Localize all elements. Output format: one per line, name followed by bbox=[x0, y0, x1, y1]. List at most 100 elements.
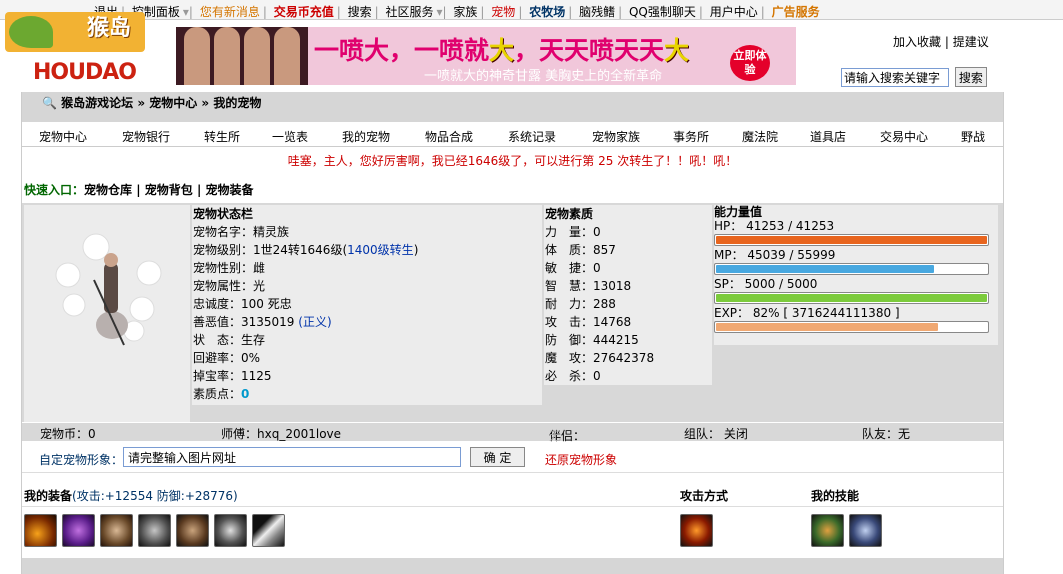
quality-row: 必 杀：0 bbox=[545, 369, 601, 383]
link-pet[interactable]: 宠物 bbox=[491, 3, 515, 20]
pet-coins: 宠物币：0 bbox=[40, 427, 96, 441]
breadcrumb: 🔍 猴岛游戏论坛 » 宠物中心 » 我的宠物 bbox=[42, 96, 262, 110]
quality-row: 耐 力：288 bbox=[545, 297, 616, 311]
exp-bar bbox=[714, 321, 989, 333]
link-family[interactable]: 家族 bbox=[453, 3, 477, 20]
nav-trade[interactable]: 交易中心 bbox=[880, 128, 928, 145]
points-value[interactable]: 0 bbox=[241, 387, 249, 401]
status-title: 宠物状态栏 bbox=[193, 207, 254, 221]
link-search[interactable]: 搜索 bbox=[348, 3, 372, 20]
sp-bar-fill bbox=[716, 294, 987, 302]
equipment-title: 我的装备 bbox=[24, 489, 73, 503]
crossed-swords-icon[interactable] bbox=[680, 514, 713, 547]
pet-status-column: 宠物状态栏 宠物名字：精灵族 宠物级别：1世24转1646级(1400级转生) … bbox=[192, 205, 542, 405]
nav-pet-center[interactable]: 宠物中心 bbox=[39, 128, 87, 145]
flame-axe-icon[interactable] bbox=[24, 514, 57, 547]
banner-headline: 一喷大，一喷就大，天天喷天天大 bbox=[314, 36, 690, 65]
header-links: 加入收藏 | 提建议 bbox=[893, 35, 989, 49]
sp-label: SP： 5000 / 5000 bbox=[714, 277, 818, 291]
ability-column: 能力量值 HP： 41253 / 41253 MP： 45039 / 55999… bbox=[714, 205, 998, 345]
nav-rebirth[interactable]: 转生所 bbox=[204, 128, 240, 145]
add-favorite-link[interactable]: 加入收藏 bbox=[893, 35, 941, 49]
top-toolbar: 退出| 控制面板▾| 您有新消息| 交易币充值| 搜索| 社区服务▾| 家族| … bbox=[0, 0, 1063, 20]
pet-state: 状 态：生存 bbox=[193, 333, 266, 347]
boots-icon[interactable] bbox=[176, 514, 209, 547]
feather-icon[interactable] bbox=[252, 514, 285, 547]
link-ads[interactable]: 广告服务 bbox=[772, 3, 820, 20]
link-recharge[interactable]: 交易币充值 bbox=[274, 3, 334, 20]
link-messages[interactable]: 您有新消息 bbox=[200, 3, 260, 20]
nav-records[interactable]: 系统记录 bbox=[508, 128, 556, 145]
nav-my-pet[interactable]: 我的宠物 bbox=[342, 128, 390, 145]
top-links: 退出| 控制面板▾| 您有新消息| 交易币充值| 搜索| 社区服务▾| 家族| … bbox=[94, 3, 820, 20]
karma-link[interactable]: (正义) bbox=[298, 315, 331, 329]
search-icon: 🔍 bbox=[42, 96, 57, 110]
link-user-center[interactable]: 用户中心 bbox=[710, 3, 758, 20]
pet-info-strip: 宠物币：0 师傅：hxq_2001love 伴侣：无 组队： 关闭 队友：无 bbox=[22, 423, 1003, 443]
restore-image-link[interactable]: 还原宠物形象 bbox=[545, 451, 617, 468]
nav-pet-family[interactable]: 宠物家族 bbox=[592, 128, 640, 145]
purple-shield-icon[interactable] bbox=[62, 514, 95, 547]
helmet-icon[interactable] bbox=[100, 514, 133, 547]
exp-bar-fill bbox=[716, 323, 938, 331]
armor-icon[interactable] bbox=[138, 514, 171, 547]
nav-office[interactable]: 事务所 bbox=[673, 128, 709, 145]
custom-image-label: 自定宠物形象： bbox=[39, 453, 124, 467]
nav-overview[interactable]: 一览表 bbox=[272, 128, 308, 145]
site-logo[interactable]: 猴岛 bbs.houdao.com HOUDAO bbox=[5, 0, 150, 92]
exp-label: EXP： 82% [ 3716244111380 ] bbox=[714, 306, 900, 320]
footer-bar bbox=[22, 558, 1003, 574]
quality-row: 防 御：444215 bbox=[545, 333, 639, 347]
confirm-button[interactable]: 确 定 bbox=[470, 447, 525, 467]
quick-warehouse[interactable]: 宠物仓库 bbox=[84, 183, 132, 197]
rebirth-level-link[interactable]: 1400级转生 bbox=[347, 243, 414, 257]
quick-label: 快速入口： bbox=[24, 183, 85, 197]
logo-title: 猴岛 bbox=[87, 16, 132, 41]
custom-image-form: 自定宠物形象： 确 定 还原宠物形象 bbox=[22, 443, 1003, 473]
pet-teammate: 队友：无 bbox=[862, 427, 911, 441]
pet-message: 哇塞，主人，您好厉害啊，我已经1646级了，可以进行第 25 次转生了！！吼！吼… bbox=[287, 154, 738, 168]
mage-skill-icon[interactable] bbox=[849, 514, 882, 547]
nav-synthesis[interactable]: 物品合成 bbox=[425, 128, 473, 145]
quality-row: 攻 击：14768 bbox=[545, 315, 632, 329]
pet-karma: 善恶值：3135019 (正义) bbox=[193, 315, 332, 329]
ad-banner[interactable]: 一喷大，一喷就大，天天喷天天大 一喷就大的神奇甘露 美胸史上的全新革命 立即体验 bbox=[176, 27, 796, 85]
mp-bar bbox=[714, 263, 989, 275]
link-community[interactable]: 社区服务 bbox=[385, 3, 433, 20]
nav-magic[interactable]: 魔法院 bbox=[742, 128, 778, 145]
nav-pet-bank[interactable]: 宠物银行 bbox=[122, 128, 170, 145]
pet-team: 组队： 关闭 bbox=[684, 427, 748, 441]
pet-gender: 宠物性别：雌 bbox=[193, 261, 266, 275]
link-qq-chat[interactable]: QQ强制聊天 bbox=[629, 3, 696, 20]
quick-links: 快速入口：宠物仓库 | 宠物背包 | 宠物装备 bbox=[24, 183, 254, 197]
search-button[interactable]: 搜索 bbox=[954, 67, 987, 87]
mp-bar-fill bbox=[716, 265, 934, 273]
link-farm[interactable]: 农牧场 bbox=[529, 3, 565, 20]
pet-image bbox=[24, 205, 190, 422]
nav-item-shop[interactable]: 道具店 bbox=[810, 128, 846, 145]
quick-bag[interactable]: 宠物背包 bbox=[145, 183, 193, 197]
equipment-stats: (攻击:+12554 防御:+28776) bbox=[72, 489, 238, 503]
logo-wordmark: HOUDAO bbox=[33, 60, 137, 85]
pet-master: 师傅：hxq_2001love bbox=[221, 427, 342, 441]
pet-nav: 宠物中心 宠物银行 转生所 一览表 我的宠物 物品合成 系统记录 宠物家族 事务… bbox=[22, 123, 1003, 147]
skills-title: 我的技能 bbox=[811, 489, 860, 503]
suggest-link[interactable]: 提建议 bbox=[953, 35, 989, 49]
search-box: 搜索 bbox=[841, 67, 987, 87]
ring-icon[interactable] bbox=[214, 514, 247, 547]
mp-label: MP： 45039 / 55999 bbox=[714, 248, 836, 262]
pet-quality-column: 宠物素质 力 量：0 体 质：857 敏 捷：0 智 慧：13018 耐 力：2… bbox=[544, 205, 712, 385]
banner-cta[interactable]: 立即体验 bbox=[730, 45, 770, 81]
search-input[interactable] bbox=[841, 67, 949, 87]
link-brain[interactable]: 脑残鳍 bbox=[579, 3, 615, 20]
pet-points: 素质点：0 bbox=[193, 387, 250, 401]
hp-label: HP： 41253 / 41253 bbox=[714, 219, 835, 233]
pet-drop-rate: 掉宝率：1125 bbox=[193, 369, 272, 383]
image-url-input[interactable] bbox=[123, 447, 461, 467]
banner-subline: 一喷就大的神奇甘露 美胸史上的全新革命 bbox=[424, 69, 663, 84]
quality-title: 宠物素质 bbox=[545, 207, 594, 221]
nav-battle[interactable]: 野战 bbox=[961, 128, 985, 145]
quality-row: 魔 攻：27642378 bbox=[545, 351, 655, 365]
quick-equipment[interactable]: 宠物装备 bbox=[206, 183, 254, 197]
warrior-skill-icon[interactable] bbox=[811, 514, 844, 547]
